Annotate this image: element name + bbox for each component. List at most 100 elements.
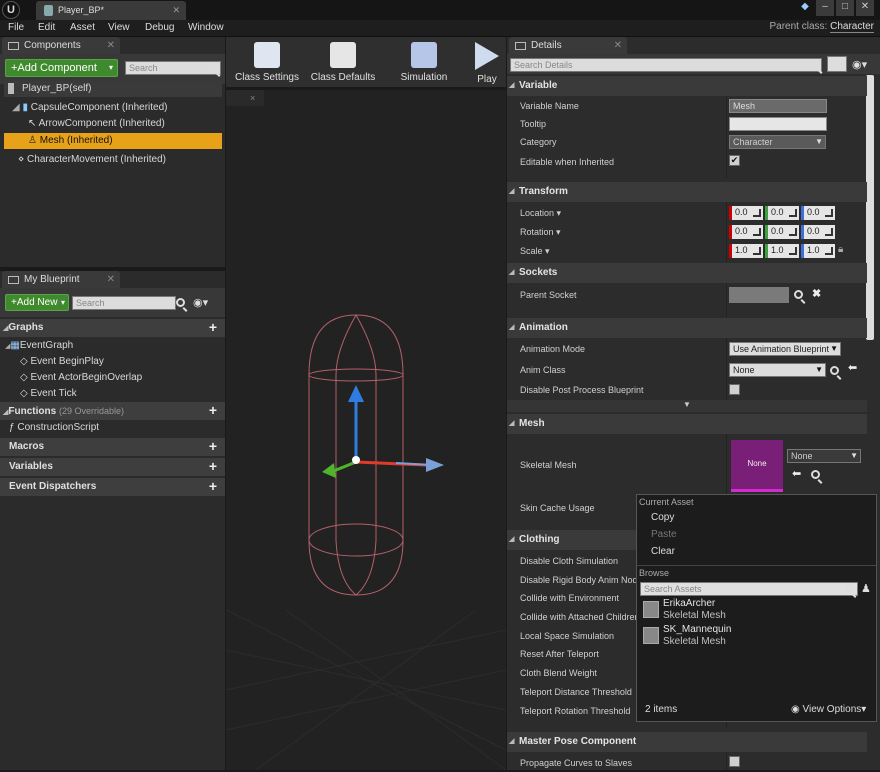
- close-tab-icon[interactable]: ✕: [172, 1, 180, 19]
- eye-icon[interactable]: ◉▾: [193, 296, 208, 309]
- location-label[interactable]: Location ▾: [520, 208, 561, 219]
- search-icon[interactable]: [209, 63, 218, 72]
- notification-icon[interactable]: ◆: [796, 0, 814, 16]
- add-macro-icon[interactable]: +: [207, 439, 219, 453]
- document-tab[interactable]: Player_BP* ✕: [36, 1, 186, 20]
- sockets-section[interactable]: Sockets: [507, 263, 867, 283]
- use-selected-icon[interactable]: ⬅: [792, 467, 801, 480]
- location-z[interactable]: 0.0: [801, 206, 835, 220]
- anim-mode-combo[interactable]: Use Animation Blueprint ▼: [729, 342, 841, 356]
- menu-debug[interactable]: Debug: [145, 22, 174, 33]
- components-tab[interactable]: Components ✕: [2, 37, 120, 54]
- menu-view[interactable]: View: [108, 22, 130, 33]
- menu-window[interactable]: Window: [188, 22, 224, 33]
- event-dispatchers-section[interactable]: Event Dispatchers +: [0, 478, 225, 496]
- copy-menu-item[interactable]: Copy: [651, 512, 674, 523]
- event-item[interactable]: ◇ Event BeginPlay: [20, 356, 104, 367]
- graphs-section[interactable]: ◢Graphs +: [0, 319, 225, 337]
- search-icon[interactable]: [176, 298, 185, 307]
- asset-item[interactable]: SK_Mannequin Skeletal Mesh: [641, 623, 871, 649]
- add-new-button[interactable]: +Add New ▾: [5, 294, 69, 311]
- close-my-blueprint-tab-icon[interactable]: ✕: [107, 271, 115, 288]
- scale-z[interactable]: 1.0: [801, 244, 835, 258]
- tree-item-arrow[interactable]: ↖ ArrowComponent (Inherited): [28, 118, 165, 129]
- close-details-tab-icon[interactable]: ✕: [614, 37, 622, 54]
- rotation-label[interactable]: Rotation ▾: [520, 227, 561, 238]
- tree-item-mesh[interactable]: ♙ Mesh (Inherited): [4, 133, 222, 149]
- rotation-z[interactable]: 0.0: [801, 225, 835, 239]
- add-graph-icon[interactable]: +: [207, 320, 219, 334]
- clear-icon[interactable]: ✖: [812, 287, 821, 300]
- advanced-expand-icon[interactable]: ▼: [507, 400, 867, 412]
- event-item[interactable]: ◇ Event ActorBeginOverlap: [20, 372, 142, 383]
- event-graph-item[interactable]: ◢▦EventGraph: [5, 340, 73, 351]
- user-filter-icon[interactable]: ♟: [861, 582, 871, 595]
- close-window-button[interactable]: ✕: [856, 0, 874, 16]
- master-pose-section[interactable]: Master Pose Component: [507, 732, 867, 752]
- paste-menu-item[interactable]: Paste: [651, 529, 677, 540]
- category-combo[interactable]: Character ▼: [729, 135, 826, 149]
- components-search-input[interactable]: Search: [125, 61, 221, 75]
- macros-section[interactable]: Macros +: [0, 438, 225, 456]
- asset-search-input[interactable]: Search Assets: [640, 582, 858, 596]
- my-blueprint-tab[interactable]: My Blueprint ✕: [2, 271, 120, 288]
- location-y[interactable]: 0.0: [765, 206, 799, 220]
- add-function-icon[interactable]: +: [207, 403, 219, 417]
- self-item[interactable]: Player_BP(self): [4, 81, 222, 97]
- maximize-button[interactable]: □: [836, 0, 854, 16]
- eye-icon[interactable]: ◉▾: [852, 58, 867, 71]
- scale-y[interactable]: 1.0: [765, 244, 799, 258]
- asset-item[interactable]: ErikaArcher Skeletal Mesh: [641, 597, 871, 623]
- anim-class-combo[interactable]: None ▼: [729, 363, 826, 377]
- variable-section[interactable]: Variable: [507, 76, 867, 96]
- parent-class-link[interactable]: Character: [830, 21, 874, 33]
- search-icon[interactable]: [811, 470, 820, 479]
- search-icon[interactable]: [830, 366, 839, 375]
- search-icon[interactable]: [845, 584, 854, 593]
- lock-icon[interactable]: 🔒︎: [838, 244, 843, 255]
- menu-file[interactable]: File: [8, 22, 24, 33]
- details-tab[interactable]: Details ✕: [509, 37, 627, 54]
- disable-pp-checkbox[interactable]: [729, 384, 740, 395]
- rotation-y[interactable]: 0.0: [765, 225, 799, 239]
- tree-item-capsule[interactable]: ◢ ▮ CapsuleComponent (Inherited): [12, 102, 168, 113]
- transform-section[interactable]: Transform: [507, 182, 867, 202]
- editable-checkbox[interactable]: ✔: [729, 155, 740, 166]
- mesh-section[interactable]: Mesh: [507, 414, 867, 434]
- add-variable-icon[interactable]: +: [207, 459, 219, 473]
- tooltip-input[interactable]: [729, 117, 827, 131]
- add-dispatcher-icon[interactable]: +: [207, 479, 219, 493]
- simulation-button[interactable]: Simulation: [387, 40, 461, 90]
- tree-item-movement[interactable]: ⋄ CharacterMovement (Inherited): [18, 154, 166, 165]
- view-options-button[interactable]: ◉ View Options▾: [791, 704, 866, 715]
- scale-x[interactable]: 1.0: [729, 244, 763, 258]
- minimize-button[interactable]: –: [816, 0, 834, 16]
- functions-section[interactable]: ◢Functions (29 Overridable) +: [0, 402, 225, 420]
- class-settings-button[interactable]: Class Settings: [230, 40, 304, 90]
- viewport[interactable]: ×: [226, 90, 506, 770]
- parent-socket-field[interactable]: [729, 287, 789, 303]
- search-icon[interactable]: [794, 290, 803, 299]
- close-components-tab-icon[interactable]: ✕: [107, 37, 115, 54]
- play-button[interactable]: Play: [465, 40, 509, 90]
- details-scrollbar[interactable]: [866, 75, 874, 340]
- search-icon[interactable]: [811, 60, 820, 69]
- menu-asset[interactable]: Asset: [70, 22, 95, 33]
- class-defaults-button[interactable]: Class Defaults: [306, 40, 380, 90]
- scale-label[interactable]: Scale ▾: [520, 246, 550, 257]
- location-x[interactable]: 0.0: [729, 206, 763, 220]
- details-search-input[interactable]: Search Details: [510, 58, 822, 72]
- variables-section[interactable]: Variables +: [0, 458, 225, 476]
- menu-edit[interactable]: Edit: [38, 22, 55, 33]
- propagate-checkbox[interactable]: [729, 756, 740, 767]
- construction-script-item[interactable]: ƒ ConstructionScript: [9, 422, 99, 433]
- skeletal-mesh-combo[interactable]: None ▼: [787, 449, 861, 463]
- event-item[interactable]: ◇ Event Tick: [20, 388, 77, 399]
- rotation-x[interactable]: 0.0: [729, 225, 763, 239]
- animation-section[interactable]: Animation: [507, 318, 867, 338]
- clear-menu-item[interactable]: Clear: [651, 546, 675, 557]
- use-selected-icon[interactable]: ⬅: [848, 361, 857, 374]
- skeletal-mesh-thumbnail[interactable]: None: [731, 440, 783, 492]
- variable-name-input[interactable]: Mesh: [729, 99, 827, 113]
- property-matrix-icon[interactable]: [827, 56, 847, 72]
